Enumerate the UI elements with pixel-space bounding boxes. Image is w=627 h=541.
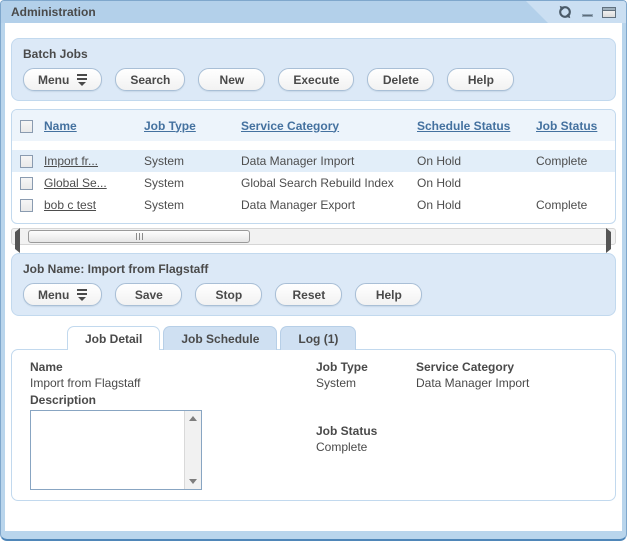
service-category-label: Service Category bbox=[416, 360, 615, 374]
reset-button[interactable]: Reset bbox=[275, 283, 342, 306]
column-header-service-category[interactable]: Service Category bbox=[241, 119, 339, 133]
menu-dropdown-icon bbox=[77, 74, 87, 86]
search-button[interactable]: Search bbox=[115, 68, 185, 91]
batch-jobs-title: Batch Jobs bbox=[23, 47, 604, 61]
job-status-cell: Complete bbox=[534, 150, 615, 172]
refresh-icon[interactable] bbox=[558, 5, 572, 19]
schedule-status-cell: On Hold bbox=[415, 172, 534, 194]
window-title: Administration bbox=[11, 5, 96, 19]
row-checkbox[interactable] bbox=[20, 199, 33, 212]
job-toolbar: Menu Save Stop Reset Help bbox=[23, 283, 604, 306]
job-name-link[interactable]: Import fr... bbox=[44, 154, 98, 168]
batch-jobs-toolbar: Menu Search New Execute Delete Help bbox=[23, 68, 604, 91]
column-header-job-type[interactable]: Job Type bbox=[144, 119, 196, 133]
job-status-block: Job Status Complete bbox=[316, 424, 416, 454]
minimize-icon[interactable] bbox=[581, 6, 593, 18]
scroll-right-icon[interactable] bbox=[602, 232, 612, 242]
delete-button[interactable]: Delete bbox=[367, 68, 434, 91]
row-checkbox[interactable] bbox=[20, 155, 33, 168]
save-button[interactable]: Save bbox=[115, 283, 182, 306]
name-value: Import from Flagstaff bbox=[30, 376, 316, 390]
stop-button[interactable]: Stop bbox=[195, 283, 262, 306]
column-header-name[interactable]: Name bbox=[44, 119, 77, 133]
batch-menu-label: Menu bbox=[38, 73, 69, 87]
new-button[interactable]: New bbox=[198, 68, 265, 91]
scroll-left-icon[interactable] bbox=[15, 232, 25, 242]
job-status-value: Complete bbox=[316, 440, 416, 454]
window-controls bbox=[558, 5, 616, 19]
batch-jobs-panel: Batch Jobs Menu Search New Execute Delet… bbox=[11, 38, 616, 101]
scroll-down-icon[interactable] bbox=[189, 479, 197, 484]
column-header-job-status[interactable]: Job Status bbox=[536, 119, 597, 133]
column-header-schedule-status[interactable]: Schedule Status bbox=[417, 119, 510, 133]
scroll-up-icon[interactable] bbox=[189, 416, 197, 421]
description-scrollbar[interactable] bbox=[184, 411, 201, 489]
tab-log[interactable]: Log (1) bbox=[280, 326, 356, 350]
form-column-right: Service Category Data Manager Import bbox=[416, 360, 615, 500]
service-category-cell: Data Manager Export bbox=[239, 194, 415, 216]
jobs-table-panel: Name Job Type Service Category Schedule … bbox=[11, 109, 616, 224]
job-name-title: Job Name: Import from Flagstaff bbox=[23, 262, 604, 276]
table-row[interactable]: Global Se... System Global Search Rebuil… bbox=[12, 172, 615, 194]
administration-window: Administration Batch Jobs Menu Se bbox=[0, 0, 627, 541]
job-name-link[interactable]: Global Se... bbox=[44, 176, 107, 190]
service-category-cell: Data Manager Import bbox=[239, 150, 415, 172]
maximize-icon[interactable] bbox=[602, 7, 616, 18]
job-menu-button[interactable]: Menu bbox=[23, 283, 102, 306]
scrollbar-thumb[interactable] bbox=[28, 230, 250, 243]
batch-menu-button[interactable]: Menu bbox=[23, 68, 102, 91]
job-type-label: Job Type bbox=[316, 360, 416, 374]
job-status-cell: Complete bbox=[534, 194, 615, 216]
header-spacer-row bbox=[12, 141, 615, 150]
description-label: Description bbox=[30, 393, 316, 407]
service-category-value: Data Manager Import bbox=[416, 376, 615, 390]
job-type-cell: System bbox=[142, 150, 239, 172]
table-row[interactable]: bob c test System Data Manager Export On… bbox=[12, 194, 615, 216]
schedule-status-cell: On Hold bbox=[415, 150, 534, 172]
form-column-middle: Job Type System Job Status Complete bbox=[316, 360, 416, 500]
table-header-row: Name Job Type Service Category Schedule … bbox=[12, 110, 615, 141]
horizontal-scrollbar[interactable] bbox=[11, 228, 616, 245]
row-checkbox[interactable] bbox=[20, 177, 33, 190]
name-label: Name bbox=[30, 360, 316, 374]
tab-job-schedule[interactable]: Job Schedule bbox=[163, 326, 277, 350]
description-field[interactable] bbox=[31, 411, 184, 489]
job-name-link[interactable]: bob c test bbox=[44, 198, 96, 212]
job-name-panel: Job Name: Import from Flagstaff Menu Sav… bbox=[11, 253, 616, 316]
form-column-left: Name Import from Flagstaff Description bbox=[30, 360, 316, 500]
execute-button[interactable]: Execute bbox=[278, 68, 354, 91]
service-category-cell: Global Search Rebuild Index bbox=[239, 172, 415, 194]
tab-job-detail[interactable]: Job Detail bbox=[67, 326, 160, 350]
select-all-checkbox[interactable] bbox=[20, 120, 33, 133]
detail-tabs: Job Detail Job Schedule Log (1) bbox=[11, 326, 616, 350]
job-menu-label: Menu bbox=[38, 288, 69, 302]
description-field-wrap bbox=[30, 410, 202, 490]
jobs-table: Name Job Type Service Category Schedule … bbox=[12, 110, 615, 216]
menu-dropdown-icon bbox=[77, 289, 87, 301]
titlebar: Administration bbox=[1, 1, 626, 23]
batch-help-button[interactable]: Help bbox=[447, 68, 514, 91]
table-row[interactable]: Import fr... System Data Manager Import … bbox=[12, 150, 615, 172]
job-type-value: System bbox=[316, 376, 416, 390]
job-help-button[interactable]: Help bbox=[355, 283, 422, 306]
job-status-cell bbox=[534, 172, 615, 194]
job-detail-form: Name Import from Flagstaff Description J… bbox=[11, 349, 616, 501]
job-type-cell: System bbox=[142, 172, 239, 194]
job-status-label: Job Status bbox=[316, 424, 416, 438]
schedule-status-cell: On Hold bbox=[415, 194, 534, 216]
job-type-cell: System bbox=[142, 194, 239, 216]
window-body: Batch Jobs Menu Search New Execute Delet… bbox=[5, 23, 622, 531]
